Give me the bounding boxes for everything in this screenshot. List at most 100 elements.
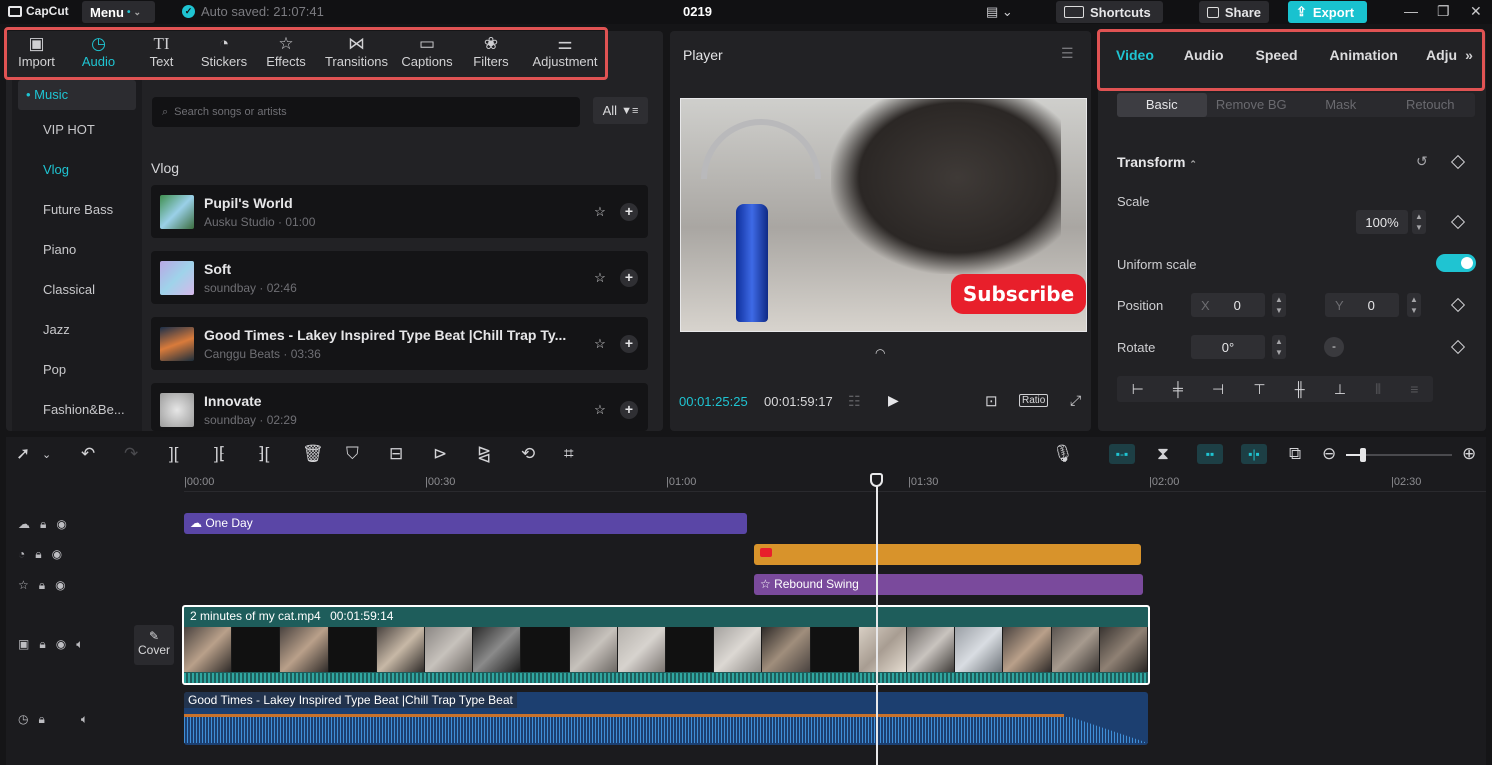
- track-item[interactable]: Good Times - Lakey Inspired Type Beat |C…: [151, 317, 648, 370]
- chevron-up-icon[interactable]: ⌃: [1189, 159, 1197, 169]
- filter-dropdown[interactable]: All ▼≡: [593, 97, 648, 124]
- close-icon[interactable]: ✕: [1470, 3, 1482, 20]
- speaker-icon[interactable]: 🔈︎: [81, 712, 88, 727]
- add-track-button[interactable]: +: [620, 401, 638, 419]
- linkage-icon[interactable]: ▪▪: [1197, 444, 1223, 464]
- video-preview[interactable]: Subscribe: [680, 98, 1087, 332]
- track-item[interactable]: Pupil's World Ausku Studio · 01:00 ☆ +: [151, 185, 648, 238]
- favorite-star-icon[interactable]: ☆: [591, 335, 609, 353]
- position-y-field[interactable]: Y 0: [1325, 293, 1399, 317]
- sidebar-item-fashion[interactable]: Fashion&Be...: [12, 390, 142, 430]
- undo-icon[interactable]: ↶: [81, 444, 95, 464]
- video-clip[interactable]: 2 minutes of my cat.mp4 00:01:59:14: [182, 605, 1150, 685]
- tool-captions[interactable]: ▭ Captions: [396, 34, 458, 78]
- y-stepper-icon[interactable]: ▲ ▼: [1407, 293, 1421, 317]
- keyframe-icon[interactable]: [1450, 214, 1466, 230]
- minimize-icon[interactable]: —: [1404, 3, 1418, 19]
- menu-button[interactable]: Menu • ⌄: [82, 1, 155, 23]
- share-button[interactable]: Share: [1199, 1, 1269, 23]
- add-track-button[interactable]: +: [620, 335, 638, 353]
- sidebar-item-piano[interactable]: Piano: [12, 230, 142, 270]
- trim-left-icon[interactable]: ]⁅: [214, 444, 225, 464]
- sidebar-item-classical[interactable]: Classical: [12, 270, 142, 310]
- lock-icon[interactable]: 🔒︎: [40, 517, 46, 532]
- trim-right-icon[interactable]: ⁆[: [258, 444, 269, 464]
- add-track-button[interactable]: +: [620, 203, 638, 221]
- distribute-v-icon[interactable]: ≡: [1410, 381, 1418, 397]
- chevron-right-icon[interactable]: »: [1465, 47, 1473, 63]
- subtab-mask[interactable]: Mask: [1296, 93, 1386, 117]
- keyframe-icon[interactable]: [1450, 339, 1466, 355]
- zoom-in-icon[interactable]: ⊕: [1462, 444, 1476, 464]
- select-cursor-icon[interactable]: ➚: [16, 444, 30, 464]
- tab-audio[interactable]: Audio: [1170, 47, 1242, 63]
- sidebar-item-jazz[interactable]: Jazz: [12, 310, 142, 350]
- align-right-icon[interactable]: ⊣: [1212, 381, 1224, 398]
- audio-clip[interactable]: Good Times - Lakey Inspired Type Beat |C…: [184, 692, 1148, 745]
- tool-import[interactable]: ▣ Import: [6, 34, 67, 78]
- marker-icon[interactable]: ⛉: [346, 444, 359, 464]
- maximize-icon[interactable]: ❐: [1437, 3, 1450, 20]
- crop-icon[interactable]: ⌗: [564, 444, 574, 464]
- favorite-star-icon[interactable]: ☆: [591, 203, 609, 221]
- shortcuts-button[interactable]: Shortcuts: [1056, 1, 1163, 23]
- fullscreen-icon[interactable]: ⤢: [1070, 392, 1081, 409]
- tool-transitions[interactable]: ⋈ Transitions: [317, 34, 396, 78]
- sidebar-item-pop[interactable]: Pop: [12, 350, 142, 390]
- scale-input[interactable]: 100%: [1356, 210, 1408, 234]
- eye-icon[interactable]: ◉: [56, 517, 66, 532]
- auto-snap-icon[interactable]: ⧗: [1157, 444, 1169, 464]
- tool-effects[interactable]: ☆ Effects: [255, 34, 317, 78]
- timeline-ruler[interactable]: [184, 472, 1486, 492]
- favorite-star-icon[interactable]: ☆: [591, 401, 609, 419]
- fit-frame-icon[interactable]: ⊡: [985, 392, 998, 410]
- tool-stickers[interactable]: ◔ Stickers: [193, 34, 255, 78]
- uniform-scale-toggle[interactable]: [1436, 254, 1476, 272]
- freeze-icon[interactable]: ⊟: [389, 444, 403, 464]
- sticker-clip[interactable]: [754, 544, 1141, 565]
- align-center-h-icon[interactable]: ╪: [1173, 381, 1183, 397]
- tab-video[interactable]: Video: [1098, 47, 1170, 63]
- position-x-field[interactable]: X 0: [1191, 293, 1265, 317]
- search-input[interactable]: ⌕ Search songs or artists: [152, 97, 580, 127]
- play-icon[interactable]: ▶: [888, 392, 899, 409]
- ratio-button[interactable]: Ratio: [1019, 394, 1049, 407]
- favorite-star-icon[interactable]: ☆: [591, 269, 609, 287]
- subtab-remove-bg[interactable]: Remove BG: [1207, 93, 1297, 117]
- x-stepper-icon[interactable]: ▲ ▼: [1272, 293, 1286, 317]
- chevron-down-icon[interactable]: ⌄: [42, 448, 51, 461]
- speed-icon[interactable]: ⊳: [433, 444, 447, 464]
- rotate-stepper-icon[interactable]: ▲ ▼: [1272, 335, 1286, 359]
- zoom-out-icon[interactable]: ⊖: [1322, 444, 1336, 464]
- preview-axis-icon[interactable]: ▪|▪: [1241, 444, 1267, 464]
- export-button[interactable]: ⇪ Export: [1288, 1, 1367, 23]
- scale-stepper-icon[interactable]: ▲ ▼: [1412, 210, 1426, 234]
- text-clip[interactable]: ☁ One Day: [184, 513, 747, 534]
- rotate-dial-icon[interactable]: -: [1324, 337, 1344, 357]
- eye-icon[interactable]: ◉: [52, 547, 62, 562]
- lock-icon[interactable]: 🔒︎: [35, 547, 41, 562]
- lock-icon[interactable]: 🔒︎: [39, 578, 45, 593]
- rotate-icon[interactable]: ⟲: [521, 444, 535, 464]
- split-icon[interactable]: ][: [169, 444, 178, 464]
- effect-clip[interactable]: ☆ Rebound Swing: [754, 574, 1143, 595]
- align-middle-v-icon[interactable]: ╫: [1295, 381, 1305, 397]
- timecode-grid-icon[interactable]: ☷: [848, 393, 861, 410]
- rotate-handle-icon[interactable]: ◠: [875, 346, 885, 360]
- sidebar-item-music[interactable]: • Music: [18, 80, 136, 110]
- zoom-slider[interactable]: [1346, 448, 1452, 462]
- align-top-icon[interactable]: ⊤: [1253, 381, 1265, 398]
- add-track-button[interactable]: +: [620, 269, 638, 287]
- playhead[interactable]: [876, 473, 878, 765]
- tab-animation[interactable]: Animation: [1316, 47, 1416, 63]
- subtab-basic[interactable]: Basic: [1117, 93, 1207, 117]
- playhead-handle[interactable]: [870, 473, 883, 487]
- align-bottom-icon[interactable]: ⊥: [1334, 381, 1346, 398]
- speaker-icon[interactable]: 🔈︎: [76, 637, 83, 652]
- sidebar-item-vlog[interactable]: Vlog: [12, 150, 142, 190]
- lock-icon[interactable]: 🔒︎: [39, 637, 45, 652]
- track-item[interactable]: Soft soundbay · 02:46 ☆ +: [151, 251, 648, 304]
- tool-adjustment[interactable]: ⚌ Adjustment: [524, 34, 606, 78]
- zoom-slider-thumb[interactable]: [1360, 448, 1366, 462]
- tab-adjustment[interactable]: Adju: [1416, 47, 1465, 63]
